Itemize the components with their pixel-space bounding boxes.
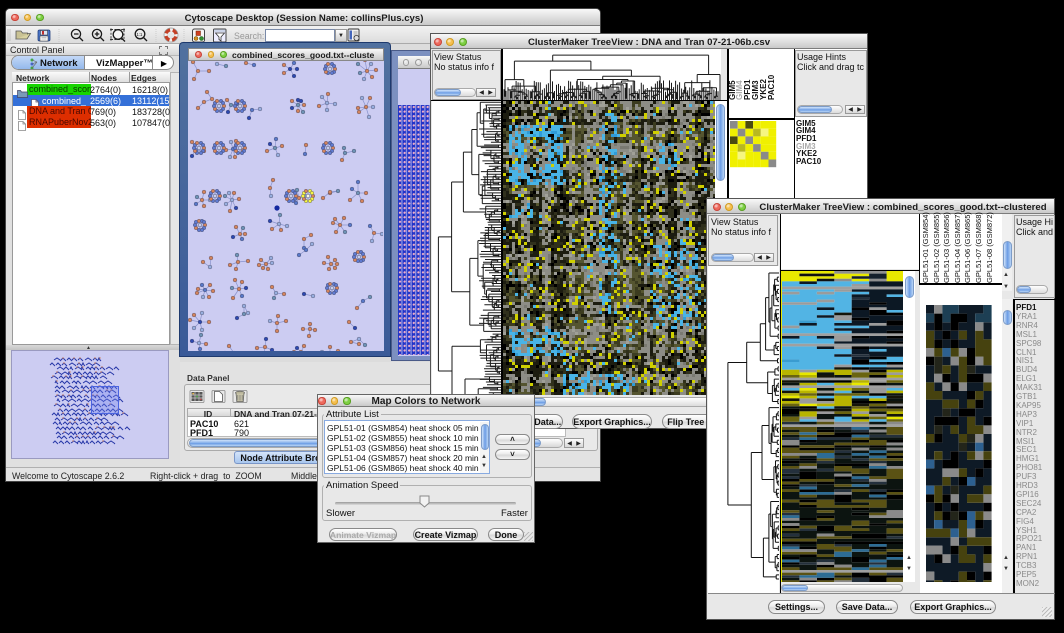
svg-text:1:1: 1:1: [137, 32, 143, 37]
